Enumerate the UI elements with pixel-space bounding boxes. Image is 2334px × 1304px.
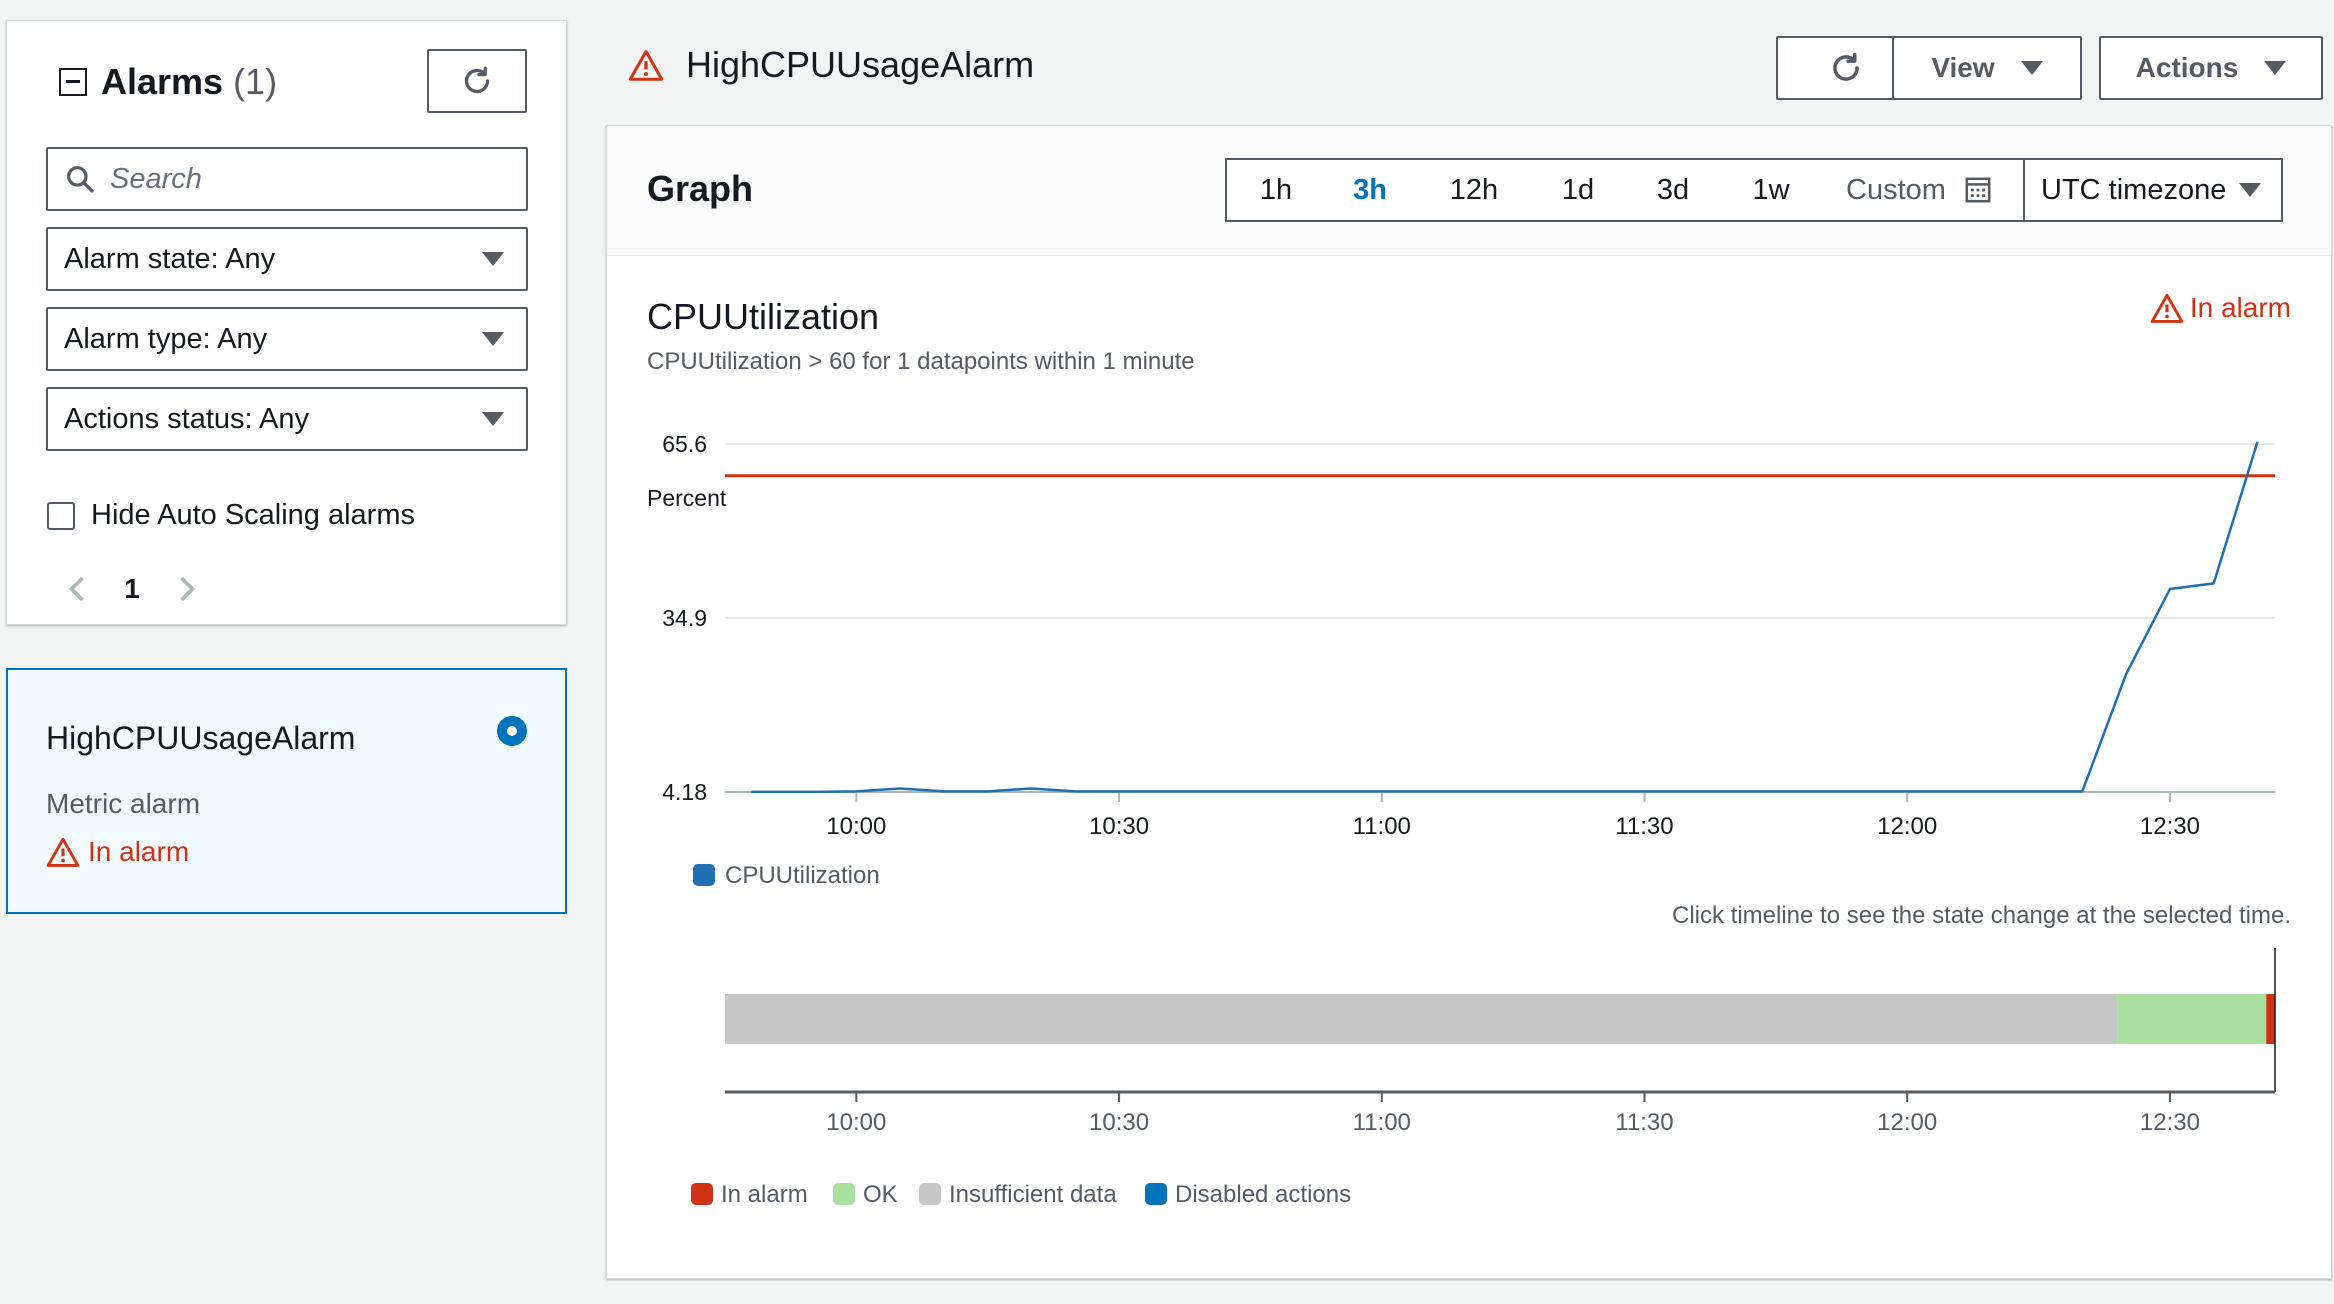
y-tick-label: 65.6 — [662, 431, 707, 457]
chevron-left-icon — [68, 576, 84, 602]
view-button[interactable]: View — [1892, 36, 2082, 100]
timeline-segment-insufficient-data — [725, 994, 2118, 1044]
legend-swatch-insufficient-data — [919, 1183, 941, 1205]
timeline-segment-ok — [2117, 994, 2267, 1044]
chevron-right-icon — [180, 576, 196, 602]
alarm-state-label: Alarm state: Any — [64, 242, 276, 275]
y-tick-label: 4.18 — [662, 779, 707, 805]
search-field[interactable] — [46, 147, 528, 211]
warning-icon — [628, 50, 664, 81]
legend-label-cpuutilization: CPUUtilization — [725, 862, 880, 889]
next-page-button[interactable] — [167, 569, 207, 609]
page-header: HighCPUUsageAlarm — [628, 44, 1034, 86]
search-input[interactable] — [110, 162, 490, 196]
pagination: 1 — [57, 569, 207, 609]
alarms-panel: Alarms (1) Alarm state: Any Alarm type: … — [6, 20, 567, 625]
alarms-count: (1) — [233, 61, 278, 102]
alarm-type-select[interactable]: Alarm type: Any — [46, 307, 528, 371]
selected-radio[interactable] — [497, 716, 527, 746]
legend-label-ok: OK — [863, 1181, 898, 1208]
alarm-list-item[interactable]: HighCPUUsageAlarm Metric alarm In alarm — [6, 668, 567, 914]
y-axis-label: Percent — [647, 485, 727, 511]
alarm-status-label: In alarm — [88, 836, 190, 867]
timeline-segment-in-alarm — [2266, 994, 2275, 1044]
caret-down-icon — [482, 332, 504, 346]
timeline-tick-label: 11:30 — [1615, 1109, 1673, 1136]
caret-down-icon — [482, 252, 504, 266]
metric-chart: Percent 65.6 34.9 4.18 10:00 10:30 11:00 11:30 1… — [647, 431, 2276, 1208]
legend-swatch-disabled-actions — [1145, 1183, 1167, 1205]
legend-label-disabled-actions: Disabled actions — [1175, 1181, 1351, 1208]
legend-swatch-cpuutilization — [693, 864, 715, 886]
alarms-title: Alarms — [101, 61, 224, 102]
y-tick-label: 34.9 — [662, 605, 707, 631]
timeline-tick-label: 12:30 — [2140, 1109, 2200, 1136]
legend-swatch-in-alarm — [691, 1183, 713, 1205]
alarm-status: In alarm — [46, 836, 189, 868]
hide-autoscaling-row: Hide Auto Scaling alarms — [47, 499, 415, 532]
legend-swatch-ok — [833, 1183, 855, 1205]
timeline-hint: Click timeline to see the state change a… — [1672, 902, 2291, 929]
page-number[interactable]: 1 — [97, 573, 167, 605]
prev-page-button[interactable] — [57, 569, 97, 609]
timeline-tick-label: 12:00 — [1877, 1109, 1937, 1136]
legend-label-in-alarm: In alarm — [721, 1181, 808, 1208]
caret-down-icon — [2020, 61, 2043, 75]
alarm-type: Metric alarm — [46, 788, 201, 819]
timeline-tick-label: 11:00 — [1353, 1109, 1411, 1136]
hide-autoscaling-label: Hide Auto Scaling alarms — [91, 499, 415, 531]
x-tick-label: 12:00 — [1877, 813, 1937, 840]
page-title: HighCPUUsageAlarm — [686, 44, 1035, 85]
actions-button[interactable]: Actions — [2099, 36, 2323, 100]
x-tick-label: 11:30 — [1615, 813, 1673, 840]
timeline-tick-label: 10:30 — [1089, 1109, 1149, 1136]
alarms-header: Alarms (1) — [59, 61, 277, 103]
hide-autoscaling-checkbox[interactable] — [47, 501, 75, 530]
alarm-type-label: Alarm type: Any — [64, 322, 268, 355]
timeline-tick-label: 10:00 — [826, 1109, 886, 1136]
graph-panel: Graph 1h 3h 12h 1d 3d 1w Custom UTC time… — [606, 125, 2332, 1279]
actions-status-label: Actions status: Any — [64, 402, 310, 435]
refresh-alarms-button[interactable] — [427, 49, 527, 113]
x-tick-label: 11:00 — [1353, 813, 1411, 840]
search-icon — [67, 166, 94, 193]
caret-down-icon — [482, 412, 504, 426]
series-line-cpuutilization — [751, 441, 2259, 794]
collapse-icon[interactable] — [59, 68, 87, 96]
x-tick-label: 10:00 — [826, 813, 886, 840]
caret-down-icon — [2264, 61, 2287, 75]
refresh-icon — [1833, 52, 1859, 81]
alarm-state-select[interactable]: Alarm state: Any — [46, 227, 528, 291]
view-label: View — [1931, 52, 1995, 83]
actions-label: Actions — [2135, 52, 2239, 83]
x-tick-label: 12:30 — [2140, 813, 2200, 840]
x-tick-label: 10:30 — [1089, 813, 1149, 840]
actions-status-select[interactable]: Actions status: Any — [46, 387, 528, 451]
refresh-icon — [464, 66, 490, 94]
warning-icon — [46, 837, 80, 867]
alarm-name: HighCPUUsageAlarm — [46, 720, 356, 756]
legend-label-insufficient-data: Insufficient data — [949, 1181, 1117, 1208]
